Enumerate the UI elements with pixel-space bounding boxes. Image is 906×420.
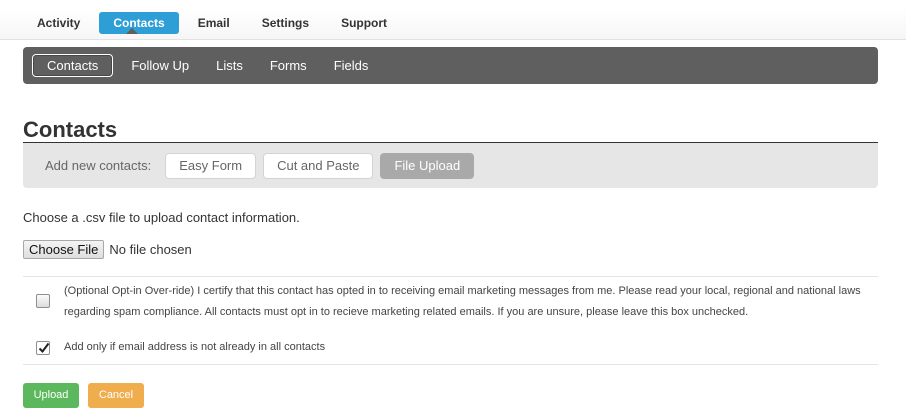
top-nav-bar: Activity Contacts Email Settings Support <box>0 8 906 40</box>
upload-instructions: Choose a .csv file to upload contact inf… <box>23 210 300 225</box>
file-upload-button[interactable]: File Upload <box>380 152 475 179</box>
sub-nav-lists[interactable]: Lists <box>216 58 243 73</box>
optin-override-text: (Optional Opt-in Over-ride) I certify th… <box>64 285 861 318</box>
file-status: No file chosen <box>109 242 192 257</box>
optin-override-checkbox[interactable] <box>36 294 50 308</box>
page-title: Contacts <box>23 117 118 142</box>
add-contacts-bar: Add new contacts: Easy Form Cut and Past… <box>23 143 878 188</box>
top-nav-contacts[interactable]: Contacts <box>99 12 179 34</box>
add-new-contacts-label: Add new contacts: <box>45 158 152 173</box>
top-nav-support[interactable]: Support <box>328 12 400 34</box>
checkmark-icon <box>38 342 50 354</box>
sub-nav-fields[interactable]: Fields <box>334 58 369 73</box>
file-input-row: Choose File No file chosen <box>23 240 192 259</box>
dedupe-text: Add only if email address is not already… <box>64 341 326 353</box>
top-nav: Activity Contacts Email Settings Support <box>24 12 406 34</box>
divider <box>23 276 878 277</box>
divider <box>23 364 878 365</box>
top-nav-activity[interactable]: Activity <box>24 12 93 34</box>
top-nav-email[interactable]: Email <box>185 12 243 34</box>
cut-and-paste-button[interactable]: Cut and Paste <box>263 152 374 179</box>
easy-form-button[interactable]: Easy Form <box>165 152 257 179</box>
active-tab-caret <box>126 28 138 34</box>
sub-nav-contacts[interactable]: Contacts <box>32 54 114 77</box>
choose-file-button[interactable]: Choose File <box>23 240 105 259</box>
top-nav-settings[interactable]: Settings <box>249 12 322 34</box>
upload-button[interactable]: Upload <box>23 383 79 408</box>
sub-nav: Contacts Follow Up Lists Forms Fields <box>23 47 878 84</box>
sub-nav-follow-up[interactable]: Follow Up <box>131 58 189 73</box>
sub-nav-forms[interactable]: Forms <box>270 58 307 73</box>
cancel-button[interactable]: Cancel <box>88 383 144 408</box>
dedupe-checkbox[interactable] <box>36 341 50 355</box>
